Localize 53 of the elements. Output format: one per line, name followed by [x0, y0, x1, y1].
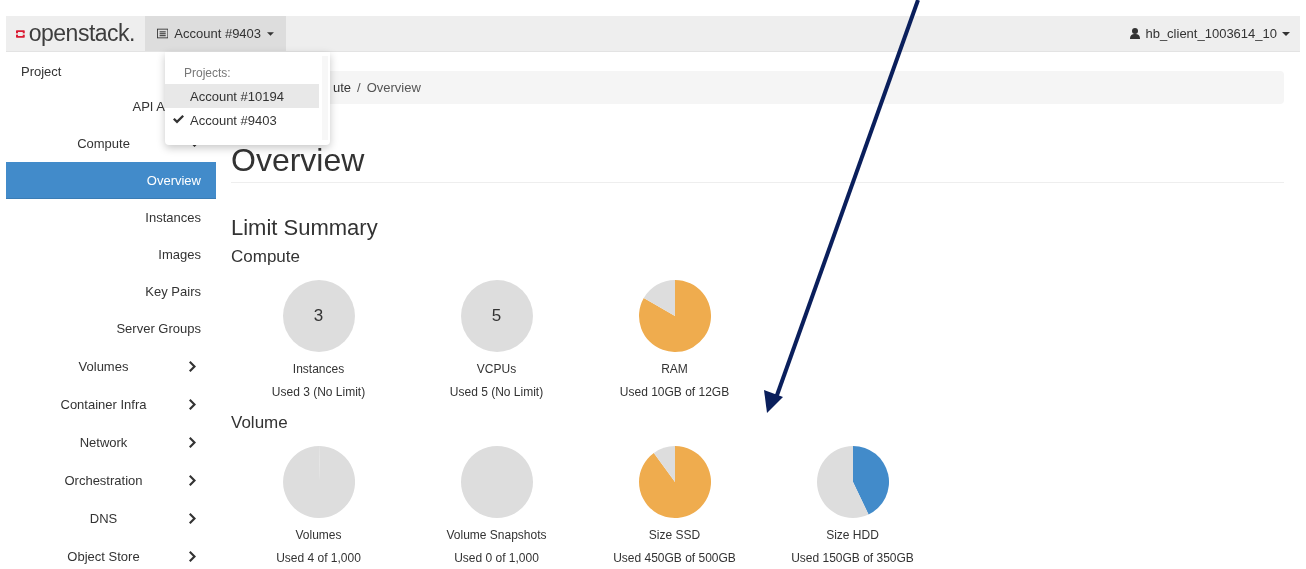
sidebar-heading: Project	[21, 64, 62, 80]
usage-text: Used 3 (No Limit)	[271, 385, 366, 400]
section-title: Limit Summary	[231, 215, 379, 241]
sidebar-group-item[interactable]: Object Store	[6, 537, 216, 569]
sidebar-item[interactable]: Overview	[6, 162, 216, 199]
count-value: 5	[490, 306, 503, 326]
usage-text: Used 450GB of 500GB	[613, 551, 736, 566]
usage-text: Used 5 (No Limit)	[449, 385, 544, 400]
sidebar-group-item[interactable]: Container Infra	[6, 385, 216, 423]
breadcrumb-separator: /	[356, 80, 362, 95]
chevron-right-icon	[189, 436, 196, 448]
usage-text: Used 4 of 1,000	[276, 551, 361, 566]
pie-slice	[816, 446, 869, 518]
user-icon	[1130, 28, 1141, 39]
section-subtitle: Compute	[231, 246, 301, 268]
chevron-right-icon	[189, 474, 196, 486]
dropdown-header: Projects:	[183, 65, 232, 82]
chevron-right-icon	[189, 512, 196, 524]
logo-text: openstack.	[28, 20, 135, 47]
sidebar-group-item[interactable]: Orchestration	[6, 461, 216, 499]
sidebar-group-item[interactable]: Volumes	[6, 347, 216, 385]
chart-label: Instances	[292, 362, 345, 377]
count-value: 3	[312, 306, 325, 326]
chevron-right-icon	[189, 398, 196, 410]
user-menu-button[interactable]: hb_client_1003614_10	[1120, 16, 1300, 51]
chart-label: VCPUs	[476, 362, 517, 377]
checkmark-icon	[173, 115, 184, 124]
caret-icon	[1282, 31, 1290, 36]
section-subtitle: Volume	[231, 412, 289, 434]
project-menu-item[interactable]: Account #10194	[165, 84, 319, 108]
pie-slice	[852, 446, 889, 515]
sidebar-item[interactable]: Images	[6, 236, 216, 273]
chevron-right-icon	[189, 550, 196, 562]
chart-label: Size SSD	[648, 528, 701, 543]
usage-text: Used 10GB of 12GB	[619, 385, 730, 400]
list-icon	[157, 28, 169, 39]
sidebar-group-item[interactable]: DNS	[6, 499, 216, 537]
sidebar-item[interactable]: Server Groups	[6, 310, 216, 347]
sidebar-item[interactable]: Instances	[6, 199, 216, 236]
chart-label: RAM	[661, 362, 688, 377]
usage-text: Used 0 of 1,000	[454, 551, 539, 566]
caret-icon	[267, 31, 274, 36]
usage-text: Used 150GB of 350GB	[791, 551, 914, 566]
project-dropdown-button[interactable]: Account #9403	[145, 16, 286, 51]
chart-label: Size HDD	[826, 528, 879, 543]
chevron-right-icon	[189, 360, 196, 372]
chart-label: Volumes	[295, 528, 342, 543]
breadcrumb-item[interactable]: ute	[333, 80, 352, 95]
chart-label: Volume Snapshots	[446, 528, 547, 543]
page-title: Overview	[231, 144, 365, 176]
breadcrumb-item: Overview	[366, 80, 421, 95]
sidebar-item[interactable]: Key Pairs	[6, 273, 216, 310]
sidebar-group-item[interactable]: Network	[6, 423, 216, 461]
